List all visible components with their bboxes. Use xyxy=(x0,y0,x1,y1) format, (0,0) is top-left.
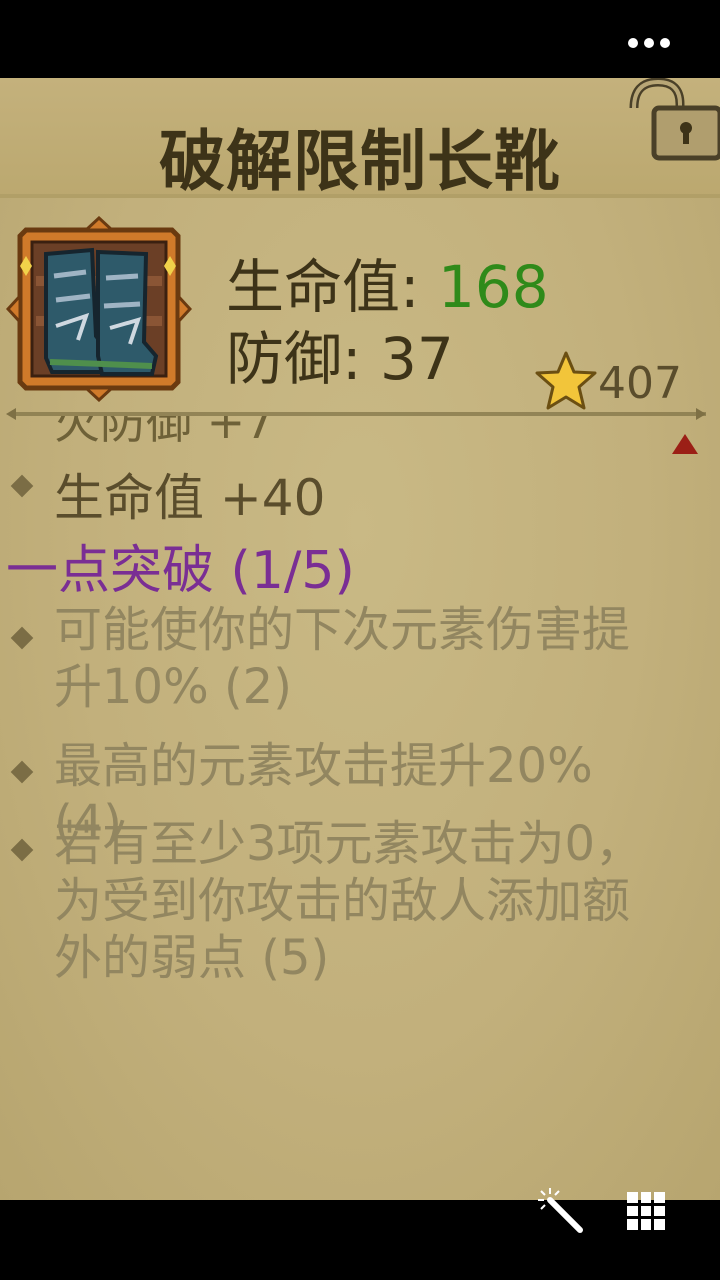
stat-defense-label: 防御: xyxy=(226,325,380,393)
stat-defense-value: 37 xyxy=(379,325,454,393)
details-scroll-area[interactable]: 火防御 +7 生命值 +40 一点突破 (1/5) 可能使你的下次元素伤害提升1… xyxy=(0,416,720,1200)
more-icon[interactable] xyxy=(628,38,670,48)
bullet-icon xyxy=(10,760,34,784)
star-icon xyxy=(535,351,597,410)
bottom-bar xyxy=(0,1200,720,1280)
stat-defense: 防御: 37 xyxy=(226,312,454,396)
magic-wand-icon[interactable] xyxy=(536,1186,584,1234)
stat-hp-value: 168 xyxy=(437,253,549,321)
grid-icon[interactable] xyxy=(627,1192,665,1230)
stat-hp-label: 生命值: xyxy=(226,253,438,321)
top-bar xyxy=(0,0,720,78)
lock-icon[interactable] xyxy=(628,78,720,162)
scroll-up-icon[interactable] xyxy=(672,434,698,454)
item-detail-panel: 破解限制长靴 生命值: 168 防御: 37 407 火防御 +7 生命值 +4… xyxy=(0,78,720,1200)
bonus-stat: 生命值 +40 xyxy=(54,469,326,527)
partial-stat-line: 火防御 +7 xyxy=(54,416,275,449)
bullet-icon xyxy=(10,626,34,650)
item-title: 破解限制长靴 xyxy=(159,123,561,200)
set-effect: 若有至少3项元素攻击为0，为受到你攻击的敌人添加额外的弱点 (5) xyxy=(54,816,644,986)
bullet-icon xyxy=(10,474,34,498)
item-rating: 407 xyxy=(598,358,682,409)
set-effect: 可能使你的下次元素伤害提升10% (2) xyxy=(54,602,631,715)
title-bar: 破解限制长靴 xyxy=(0,78,720,200)
bullet-icon xyxy=(10,838,34,862)
boots-icon xyxy=(6,216,192,402)
set-title: 一点突破 (1/5) xyxy=(6,541,355,601)
